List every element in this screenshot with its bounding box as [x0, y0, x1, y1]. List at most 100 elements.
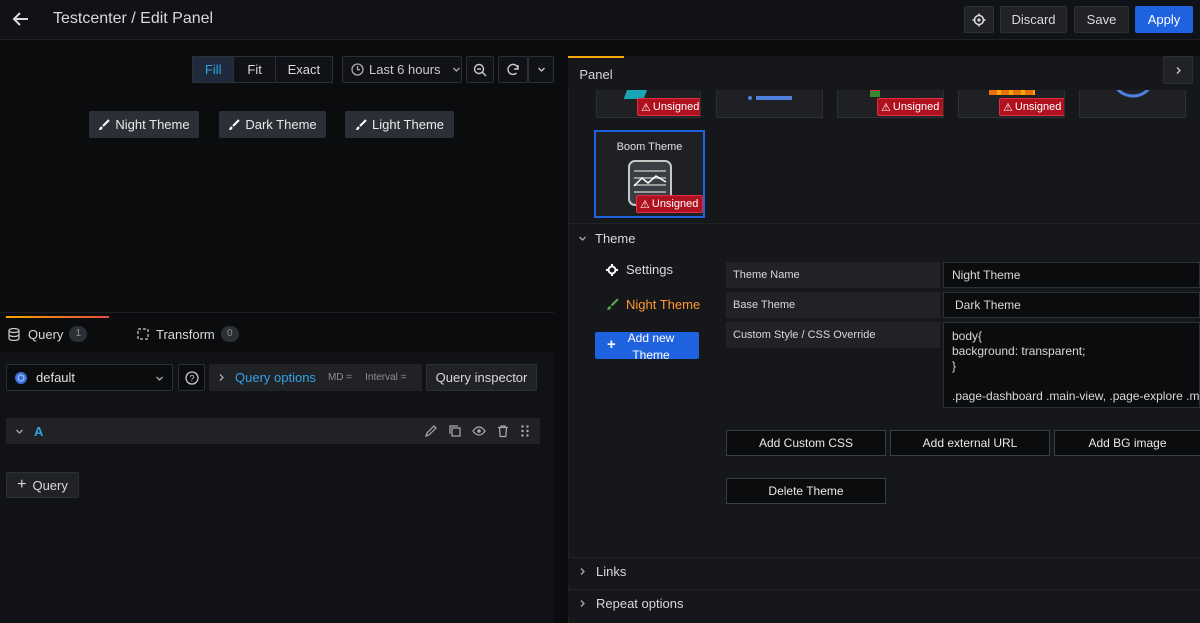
unsigned-badge: ⚠ Unsigned: [637, 98, 700, 116]
unsigned-badge: ⚠ Unsigned: [877, 98, 943, 116]
viz-card-3[interactable]: ⚠ Unsigned: [837, 90, 944, 118]
zoom-out-button[interactable]: [466, 56, 494, 83]
light-theme-label: Light Theme: [371, 117, 445, 132]
brush-icon: [99, 118, 111, 130]
zoom-out-icon: [473, 63, 487, 76]
interval-label: Interval =: [365, 372, 407, 383]
add-new-theme-button[interactable]: + Add new Theme: [595, 331, 699, 362]
css-line: background: transparent;: [952, 344, 1086, 358]
repeat-options-section-header[interactable]: Repeat options: [568, 589, 1200, 617]
refresh-interval-dropdown[interactable]: [528, 56, 554, 83]
chevron-right-icon: [1176, 66, 1181, 74]
viz-card-1[interactable]: ⚠ Unsigned: [596, 90, 701, 118]
light-theme-button[interactable]: Light Theme: [345, 111, 454, 138]
plus-icon: +: [607, 336, 616, 353]
duplicate-icon[interactable]: [448, 424, 462, 438]
brush-icon: [229, 118, 241, 130]
theme-name-label: Theme Name: [726, 262, 940, 288]
viz-thumbnail: [989, 90, 1035, 95]
theme-nav-night-theme[interactable]: Night Theme: [606, 297, 700, 312]
chevron-down-icon: [537, 67, 545, 72]
query-inspector-button[interactable]: Query inspector: [426, 364, 537, 391]
pane-splitter[interactable]: [0, 312, 554, 313]
tab-panel-label: Panel: [579, 66, 613, 82]
tab-transform[interactable]: Transform 0: [137, 324, 239, 344]
edit-icon[interactable]: [424, 424, 438, 438]
gear-icon: [972, 13, 986, 26]
clock-icon: [351, 63, 364, 76]
tab-transform-count: 0: [220, 326, 239, 342]
dark-theme-button[interactable]: Dark Theme: [219, 111, 326, 138]
query-editor-area: [0, 352, 554, 623]
css-line: .page-dashboard .main-view, .page-explor…: [952, 389, 1200, 403]
refresh-button[interactable]: [498, 56, 528, 83]
view-mode-fill[interactable]: Fill: [193, 57, 235, 82]
unsigned-label: Unsigned: [892, 101, 940, 113]
add-new-theme-line2: Theme: [632, 348, 670, 362]
base-theme-label: Base Theme: [726, 292, 940, 318]
links-section-header[interactable]: Links: [568, 557, 1200, 585]
brush-icon: [607, 298, 619, 310]
time-range-picker[interactable]: Last 6 hours: [342, 56, 462, 83]
unsigned-label: Unsigned: [1014, 101, 1062, 113]
view-mode-toggle: Fill Fit Exact: [192, 56, 333, 83]
theme-section-title: Theme: [595, 231, 636, 246]
unsigned-label: Unsigned: [652, 101, 700, 113]
add-external-url-button[interactable]: Add external URL: [890, 430, 1050, 456]
view-mode-fit[interactable]: Fit: [234, 57, 276, 82]
theme-name-input[interactable]: Night Theme: [943, 262, 1200, 288]
viz-card-2[interactable]: [716, 90, 823, 118]
css-line: }: [952, 359, 957, 373]
warning-icon: ⚠: [641, 101, 651, 114]
query-row-a[interactable]: A: [6, 418, 540, 444]
discard-button[interactable]: Discard: [1000, 6, 1067, 33]
datasource-icon: [15, 371, 27, 384]
datasource-help-button[interactable]: ?: [178, 364, 205, 391]
back-arrow-icon[interactable]: [10, 8, 32, 30]
settings-gear-button[interactable]: [964, 6, 994, 33]
active-tab-indicator: [6, 316, 109, 318]
theme-section-header[interactable]: Theme: [578, 231, 635, 246]
view-mode-exact[interactable]: Exact: [276, 57, 332, 82]
datasource-picker[interactable]: default: [6, 364, 173, 391]
add-bg-image-button[interactable]: Add BG image: [1054, 430, 1200, 456]
query-ref-id: A: [34, 423, 44, 439]
viz-card-boom-theme[interactable]: Boom Theme ⚠ Unsigned: [594, 130, 705, 218]
chevron-right-icon: [580, 600, 585, 607]
repeat-options-section-title: Repeat options: [596, 596, 684, 611]
query-options-toggle[interactable]: Query options MD = Interval =: [209, 364, 422, 391]
svg-text:?: ?: [189, 373, 194, 383]
top-bar: Testcenter / Edit Panel Discard Save App…: [0, 0, 1200, 40]
tab-panel[interactable]: Panel: [568, 56, 624, 90]
delete-theme-button[interactable]: Delete Theme: [726, 478, 886, 504]
tab-query[interactable]: Query 1: [8, 324, 88, 344]
theme-nav-settings[interactable]: Settings: [606, 262, 673, 277]
viz-card-5[interactable]: [1079, 90, 1186, 118]
chevron-right-icon: [580, 568, 585, 575]
transform-icon: [137, 328, 149, 340]
css-override-textarea[interactable]: body{ background: transparent; } .page-d…: [943, 322, 1200, 408]
links-section-title: Links: [596, 564, 627, 579]
apply-button[interactable]: Apply: [1135, 6, 1193, 33]
unsigned-badge: ⚠ Unsigned: [636, 195, 703, 213]
trash-icon[interactable]: [496, 424, 510, 438]
unsigned-badge: ⚠ Unsigned: [999, 98, 1064, 116]
add-custom-css-button[interactable]: Add Custom CSS: [726, 430, 886, 456]
chevron-down-icon: [156, 376, 163, 381]
css-override-label: Custom Style / CSS Override: [726, 322, 940, 348]
viz-card-4[interactable]: ⚠ Unsigned: [958, 90, 1065, 118]
night-theme-button[interactable]: Night Theme: [89, 111, 199, 138]
chevron-down-icon: [452, 67, 460, 72]
eye-icon[interactable]: [472, 424, 486, 438]
expand-pane-button[interactable]: [1163, 56, 1193, 84]
add-new-theme-line1: Add new: [627, 331, 675, 345]
save-button[interactable]: Save: [1074, 6, 1129, 33]
base-theme-select[interactable]: Dark Theme: [943, 292, 1200, 318]
theme-nav-settings-label: Settings: [626, 262, 673, 277]
brush-icon: [355, 118, 367, 130]
warning-icon: ⚠: [1003, 101, 1013, 114]
drag-handle-icon[interactable]: [520, 424, 530, 438]
dark-theme-label: Dark Theme: [245, 117, 317, 132]
add-query-label: Query: [32, 477, 68, 493]
add-query-button[interactable]: + Query: [6, 472, 79, 498]
